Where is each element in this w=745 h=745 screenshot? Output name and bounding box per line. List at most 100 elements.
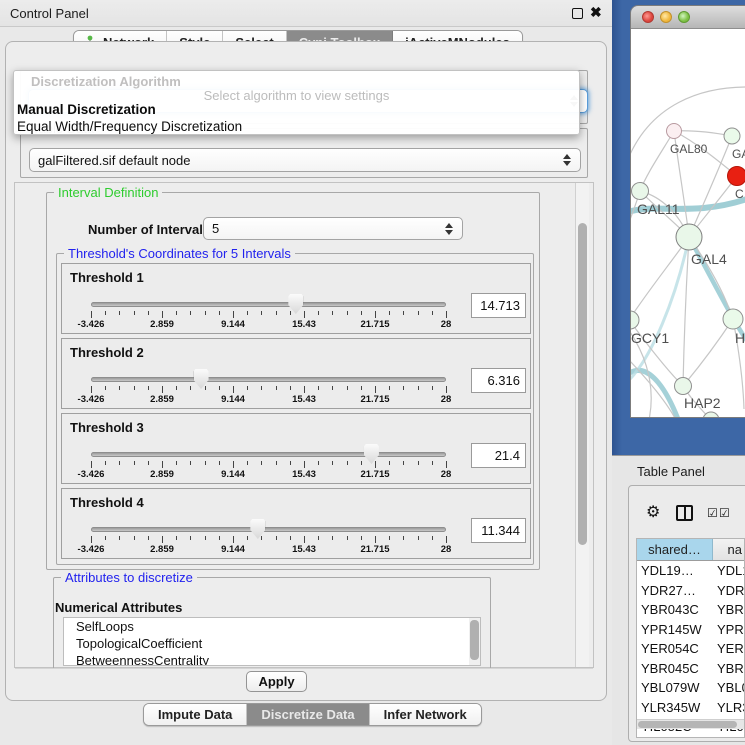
list-item[interactable]: BetweennessCentrality	[64, 652, 480, 666]
table-row[interactable]: YPR145WYPR1	[637, 620, 744, 640]
combo-arrows-icon	[563, 153, 572, 167]
scrollbar-thumb[interactable]	[470, 620, 479, 660]
split-table-icon[interactable]	[676, 505, 693, 521]
node-label: GA	[732, 147, 745, 161]
list-item[interactable]: TopologicalCoefficient	[64, 635, 480, 652]
tick-label: -3.426	[67, 394, 115, 405]
cell[interactable]: YDR2	[713, 581, 744, 601]
cell[interactable]: YPR145W	[637, 620, 713, 640]
slider-scale: -3.426 2.859 9.144 15.43 21.715 28	[91, 319, 447, 331]
threshold-value-field[interactable]: 14.713	[471, 293, 526, 318]
threshold-value-field[interactable]: 11.344	[471, 518, 526, 543]
zoom-traffic-light-icon[interactable]	[678, 11, 690, 23]
cell[interactable]: YLR3	[713, 698, 744, 718]
popup-item-equal-width-frequency[interactable]: Equal Width/Frequency Discretization	[16, 119, 576, 134]
control-panel-titlebar: Control Panel ✖	[0, 0, 612, 27]
slider-ticks	[91, 311, 447, 319]
tick-label: 28	[422, 319, 470, 330]
threshold-4-box: Threshold 4 -3.426 2.859 9.144 15.43 21.…	[61, 488, 531, 559]
table-row[interactable]: YDL19…YDL1	[637, 561, 744, 581]
cell[interactable]: YBL0	[713, 678, 744, 698]
threshold-slider: -3.426 2.859 9.144 15.43 21.715 28 11.34…	[62, 489, 530, 558]
close-icon[interactable]: ✖	[590, 4, 602, 21]
number-of-intervals-combobox[interactable]: 5	[203, 217, 463, 240]
column-header-shared[interactable]: shared…	[637, 539, 713, 560]
minimize-traffic-light-icon[interactable]	[660, 11, 672, 23]
network-view-window: GAL80 GA C GAL11 GAL4 H GCY1 HAP2	[630, 5, 745, 418]
scrollbar-thumb[interactable]	[578, 223, 587, 545]
threshold-value-field[interactable]: 6.316	[471, 368, 526, 393]
scrollbar-thumb[interactable]	[638, 721, 737, 728]
cell[interactable]: YPR1	[713, 620, 744, 640]
table-data-group: Table Data galFiltered.sif default node	[20, 128, 588, 178]
slider-track[interactable]	[91, 452, 446, 457]
apply-button[interactable]: Apply	[246, 671, 307, 692]
attributes-list-scrollbar[interactable]	[469, 618, 480, 665]
tick-label: -3.426	[67, 544, 115, 555]
threshold-slider: -3.426 2.859 9.144 15.43 21.715 28 21.4	[62, 414, 530, 483]
close-traffic-light-icon[interactable]	[642, 11, 654, 23]
cell[interactable]: YBR0	[713, 600, 744, 620]
node-gcy1[interactable]	[631, 311, 639, 329]
checkbox-icon[interactable]: ☑	[719, 506, 730, 520]
table-row[interactable]: YDR27…YDR2	[637, 581, 744, 601]
cell[interactable]: YBR0	[713, 659, 744, 679]
node-hap2[interactable]	[675, 378, 692, 395]
network-edges	[631, 29, 745, 418]
network-canvas[interactable]: GAL80 GA C GAL11 GAL4 H GCY1 HAP2	[631, 29, 745, 418]
threshold-value-field[interactable]: 21.4	[471, 443, 526, 468]
float-window-icon[interactable]	[572, 8, 583, 19]
cell[interactable]: YDL1	[713, 561, 744, 581]
node-gal11[interactable]	[632, 183, 649, 200]
node-red-selected[interactable]	[728, 167, 745, 186]
popup-item-manual-discretization[interactable]: Manual Discretization	[16, 102, 576, 117]
cell[interactable]: YER054C	[637, 639, 713, 659]
node-h[interactable]	[723, 309, 743, 329]
node-gal4[interactable]	[676, 224, 702, 250]
combo-value: 5	[212, 221, 219, 236]
node-partial-bottom[interactable]	[703, 412, 719, 418]
checkbox-icon[interactable]: ☑	[707, 506, 718, 520]
cell[interactable]: YBR045C	[637, 659, 713, 679]
table-row[interactable]: YBL079WYBL0	[637, 678, 744, 698]
tick-label: 15.43	[280, 544, 328, 555]
cell[interactable]: YDR27…	[637, 581, 713, 601]
cell[interactable]: YLR345W	[637, 698, 713, 718]
table-row[interactable]: YBR045CYBR0	[637, 659, 744, 679]
cell[interactable]: YDL19…	[637, 561, 713, 581]
table-panel-title: Table Panel	[637, 464, 705, 479]
threshold-1-box: Threshold 1 -3.426 2.859 9.144 15.43 21.…	[61, 263, 531, 334]
cell[interactable]: YBR043C	[637, 600, 713, 620]
table-row[interactable]: YER054CYER0	[637, 639, 744, 659]
node-label: HAP2	[684, 395, 721, 411]
gear-icon[interactable]: ⚙	[646, 502, 660, 522]
vertical-scrollbar[interactable]	[575, 183, 589, 667]
combo-value: galFiltered.sif default node	[38, 153, 190, 168]
cell[interactable]: YBL079W	[637, 678, 713, 698]
tick-label: 15.43	[280, 469, 328, 480]
tab-infer-network[interactable]: Infer Network	[370, 704, 481, 725]
threshold-slider: -3.426 2.859 9.144 15.43 21.715 28 14.71…	[62, 264, 530, 333]
node-table: shared… na YDL19…YDL1 YDR27…YDR2 YBR043C…	[636, 538, 745, 738]
network-window-titlebar[interactable]	[631, 6, 745, 29]
tick-label: -3.426	[67, 469, 115, 480]
numerical-attributes-list: SelfLoops TopologicalCoefficient Between…	[63, 617, 481, 666]
node-gal80[interactable]	[667, 124, 682, 139]
tab-impute-data[interactable]: Impute Data	[144, 704, 247, 725]
table-horizontal-scrollbar[interactable]	[637, 719, 744, 729]
slider-track[interactable]	[91, 377, 446, 382]
tab-discretize-data[interactable]: Discretize Data	[247, 704, 369, 725]
slider-track[interactable]	[91, 527, 446, 532]
node-ga[interactable]	[724, 128, 740, 144]
list-item[interactable]: SelfLoops	[64, 618, 480, 635]
column-header-name[interactable]: na	[713, 539, 744, 560]
cell[interactable]: YER0	[713, 639, 744, 659]
table-data-combobox[interactable]: galFiltered.sif default node	[29, 148, 581, 172]
slider-track[interactable]	[91, 302, 446, 307]
tick-label: 2.859	[138, 469, 186, 480]
slider-ticks	[91, 461, 447, 469]
panel-title: Control Panel	[10, 6, 89, 21]
table-row[interactable]: YLR345WYLR3	[637, 698, 744, 718]
table-row[interactable]: YBR043CYBR0	[637, 600, 744, 620]
tick-label: -3.426	[67, 319, 115, 330]
